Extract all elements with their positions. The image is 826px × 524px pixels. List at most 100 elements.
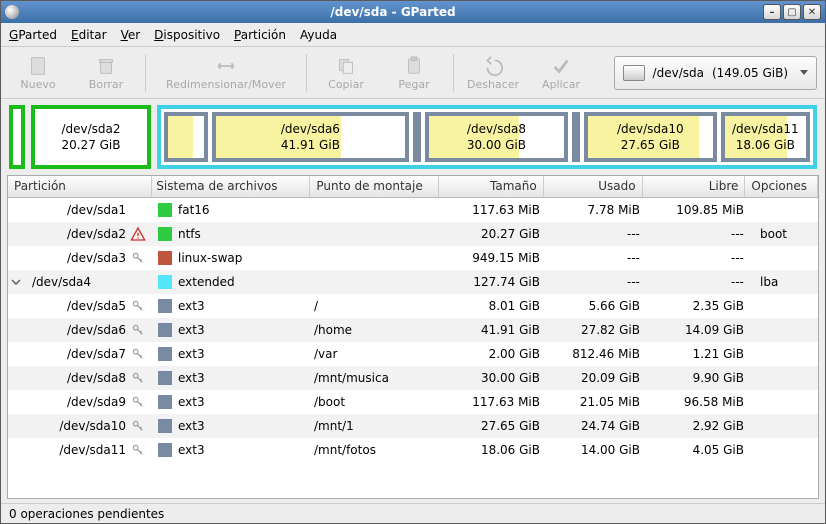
- cell-free: 14.09 GiB: [650, 323, 754, 337]
- cell-partition: /dev/sda4: [8, 274, 154, 290]
- cell-mountpoint: /home: [314, 323, 444, 337]
- header-filesystem[interactable]: Sistema de archivos: [152, 176, 310, 197]
- close-button[interactable]: ✕: [803, 4, 821, 20]
- header-used[interactable]: Usado: [544, 176, 643, 197]
- cell-size: 117.63 MiB: [444, 203, 550, 217]
- cell-partition: /dev/sda11: [8, 442, 154, 458]
- table-row[interactable]: /dev/sda9ext3/boot117.63 MiB21.05 MiB96.…: [8, 390, 818, 414]
- cell-partition: /dev/sda8: [8, 370, 154, 386]
- cell-used: 812.46 MiB: [550, 347, 650, 361]
- cell-filesystem: ext3: [154, 347, 314, 361]
- separator: [453, 54, 454, 92]
- cell-filesystem: fat16: [154, 203, 314, 217]
- delete-button[interactable]: Borrar: [77, 50, 135, 96]
- device-selector[interactable]: /dev/sda (149.05 GiB): [614, 56, 817, 90]
- diagram-sda10[interactable]: /dev/sda1027.65 GiB: [584, 112, 717, 162]
- cell-size: 117.63 MiB: [444, 395, 550, 409]
- cell-size: 949.15 MiB: [444, 251, 550, 265]
- cell-free: ---: [650, 275, 754, 289]
- header-mountpoint[interactable]: Punto de montaje: [310, 176, 439, 197]
- cell-free: 2.35 GiB: [650, 299, 754, 313]
- diagram-sda5[interactable]: [164, 112, 208, 162]
- cell-partition: /dev/sda10: [8, 418, 154, 434]
- table-body: /dev/sda1fat16117.63 MiB7.78 MiB109.85 M…: [8, 198, 818, 462]
- fs-color-swatch: [158, 419, 172, 433]
- fs-color-swatch: [158, 203, 172, 217]
- diagram-sda9[interactable]: [572, 112, 580, 162]
- cell-free: 4.05 GiB: [650, 443, 754, 457]
- partition-diagram: /dev/sda220.27 GiB /dev/sda641.91 GiB /d…: [1, 99, 825, 175]
- fs-color-swatch: [158, 251, 172, 265]
- menu-ver[interactable]: Ver: [121, 28, 141, 42]
- cell-filesystem: ext3: [154, 323, 314, 337]
- table-row[interactable]: /dev/sda6ext3/home41.91 GiB27.82 GiB14.0…: [8, 318, 818, 342]
- cell-used: 21.05 MiB: [550, 395, 650, 409]
- menu-particion[interactable]: Partición: [234, 28, 286, 42]
- titlebar[interactable]: /dev/sda - GParted – ▢ ✕: [1, 1, 825, 23]
- window-title: /dev/sda - GParted: [25, 5, 761, 19]
- toolbar: Nuevo Borrar Redimensionar/Mover Copiar …: [1, 47, 825, 99]
- header-free[interactable]: Libre: [643, 176, 746, 197]
- header-options[interactable]: Opciones: [745, 176, 818, 197]
- cell-filesystem: extended: [154, 275, 314, 289]
- menu-editar[interactable]: Editar: [71, 28, 107, 42]
- menu-dispositivo[interactable]: Dispositivo: [154, 28, 220, 42]
- fs-color-swatch: [158, 443, 172, 457]
- cell-filesystem: ntfs: [154, 227, 314, 241]
- table-row[interactable]: /dev/sda2ntfs20.27 GiB------boot: [8, 222, 818, 246]
- new-button[interactable]: Nuevo: [9, 50, 67, 96]
- expand-icon[interactable]: [8, 274, 24, 290]
- table-row[interactable]: /dev/sda1fat16117.63 MiB7.78 MiB109.85 M…: [8, 198, 818, 222]
- resize-button[interactable]: Redimensionar/Mover: [156, 50, 296, 96]
- warning-icon: [130, 226, 146, 242]
- cell-size: 8.01 GiB: [444, 299, 550, 313]
- cell-size: 2.00 GiB: [444, 347, 550, 361]
- table-row[interactable]: /dev/sda11ext3/mnt/fotos18.06 GiB14.00 G…: [8, 438, 818, 462]
- chevron-down-icon: [800, 70, 808, 75]
- cell-size: 18.06 GiB: [444, 443, 550, 457]
- header-partition[interactable]: Partición: [8, 176, 152, 197]
- table-row[interactable]: /dev/sda5ext3/8.01 GiB5.66 GiB2.35 GiB: [8, 294, 818, 318]
- cell-free: 9.90 GiB: [650, 371, 754, 385]
- table-row[interactable]: /dev/sda7ext3/var2.00 GiB812.46 MiB1.21 …: [8, 342, 818, 366]
- cell-used: 14.00 GiB: [550, 443, 650, 457]
- diagram-sda1[interactable]: [9, 105, 25, 169]
- cell-free: 109.85 MiB: [650, 203, 754, 217]
- fs-color-swatch: [158, 347, 172, 361]
- minimize-button[interactable]: –: [763, 4, 781, 20]
- statusbar: 0 operaciones pendientes: [1, 503, 825, 523]
- lock-icon: [130, 298, 146, 314]
- table-row[interactable]: /dev/sda4extended127.74 GiB------lba: [8, 270, 818, 294]
- table-row[interactable]: /dev/sda8ext3/mnt/musica30.00 GiB20.09 G…: [8, 366, 818, 390]
- lock-icon: [130, 370, 146, 386]
- cell-mountpoint: /mnt/1: [314, 419, 444, 433]
- lock-icon: [130, 322, 146, 338]
- menu-gparted[interactable]: GParted: [9, 28, 57, 42]
- diagram-sda2[interactable]: /dev/sda220.27 GiB: [31, 105, 151, 169]
- partition-table: Partición Sistema de archivos Punto de m…: [7, 175, 819, 499]
- cell-filesystem: ext3: [154, 371, 314, 385]
- app-window: /dev/sda - GParted – ▢ ✕ GParted Editar …: [0, 0, 826, 524]
- cell-options: lba: [754, 275, 818, 289]
- table-row[interactable]: /dev/sda10ext3/mnt/127.65 GiB24.74 GiB2.…: [8, 414, 818, 438]
- diagram-sda6[interactable]: /dev/sda641.91 GiB: [212, 112, 409, 162]
- table-row[interactable]: /dev/sda3linux-swap949.15 MiB------: [8, 246, 818, 270]
- diagram-sda7[interactable]: [413, 112, 421, 162]
- undo-button[interactable]: Deshacer: [464, 50, 522, 96]
- device-size: (149.05 GiB): [712, 66, 788, 80]
- diagram-sda11[interactable]: /dev/sda1118.06 GiB: [721, 112, 810, 162]
- cell-size: 127.74 GiB: [444, 275, 550, 289]
- header-size[interactable]: Tamaño: [439, 176, 544, 197]
- maximize-button[interactable]: ▢: [783, 4, 801, 20]
- paste-button[interactable]: Pegar: [385, 50, 443, 96]
- diagram-sda8[interactable]: /dev/sda830.00 GiB: [425, 112, 568, 162]
- diagram-extended[interactable]: /dev/sda641.91 GiB /dev/sda830.00 GiB /d…: [157, 105, 817, 169]
- copy-button[interactable]: Copiar: [317, 50, 375, 96]
- lock-icon: [130, 394, 146, 410]
- menu-ayuda[interactable]: Ayuda: [300, 28, 337, 42]
- harddisk-icon: [623, 65, 645, 81]
- fs-color-swatch: [158, 299, 172, 313]
- apply-button[interactable]: Aplicar: [532, 50, 590, 96]
- cell-free: ---: [650, 227, 754, 241]
- cell-used: ---: [550, 275, 650, 289]
